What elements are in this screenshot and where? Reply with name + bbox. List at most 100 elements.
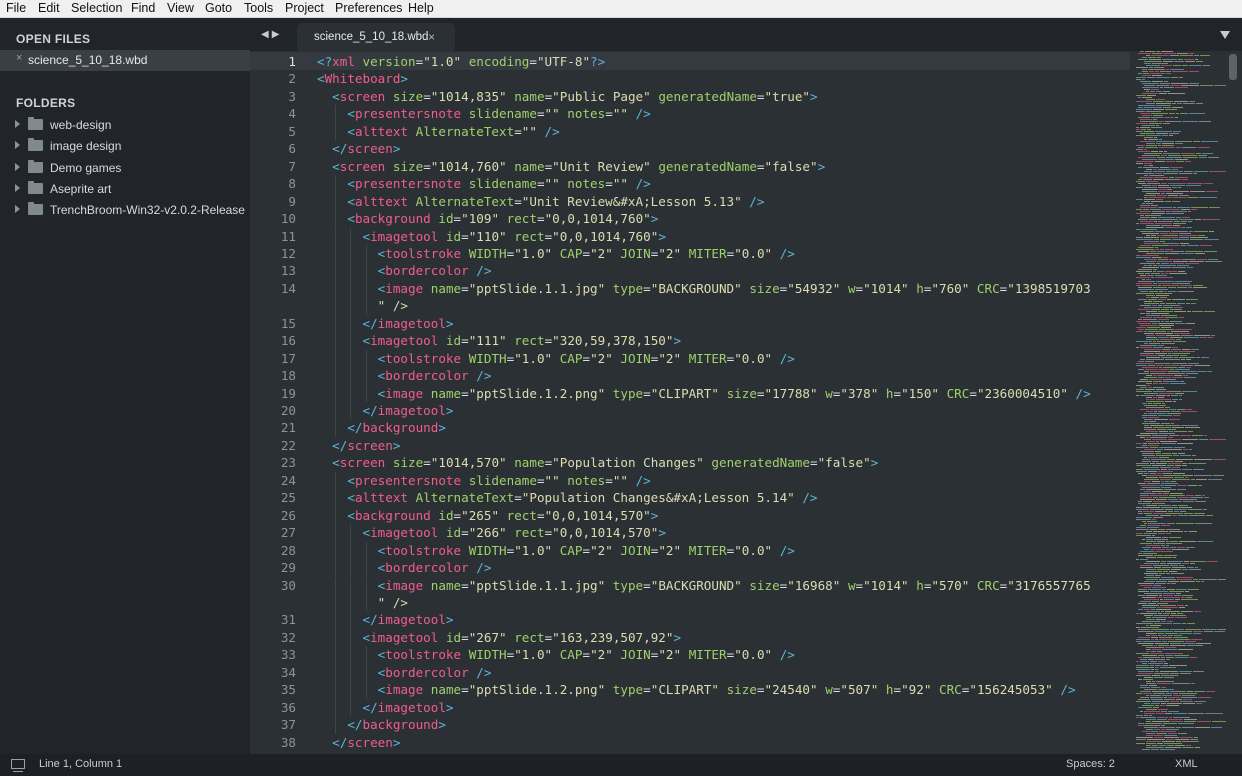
minimap[interactable] (1136, 51, 1228, 754)
minimap-line (1212, 721, 1226, 722)
minimap-line (1142, 367, 1158, 368)
code-line[interactable]: " /> (317, 594, 408, 612)
minimap-line (1170, 337, 1183, 338)
folder-item[interactable]: Demo games (0, 158, 250, 179)
code-line[interactable]: <alttext AlternateText="Population Chang… (317, 489, 817, 507)
menu-project[interactable]: Project (285, 1, 324, 16)
code-line[interactable]: <screen size="1014,835" name="Public Pag… (317, 88, 817, 106)
menu-selection[interactable]: Selection (71, 1, 122, 16)
code-line[interactable]: </background> (317, 716, 446, 734)
minimap-line (1157, 429, 1166, 430)
close-file-icon[interactable]: × (16, 52, 22, 64)
minimap-line (1140, 223, 1154, 224)
menu-edit[interactable]: Edit (38, 1, 60, 16)
code-line[interactable]: </screen> (317, 437, 400, 455)
code-line[interactable]: <screen size="1014,570" name="Population… (317, 454, 878, 472)
code-line[interactable]: <screen size="1014,760" name="Unit Revie… (317, 158, 825, 176)
minimap-line (1159, 497, 1176, 498)
expand-arrow-icon[interactable] (15, 120, 20, 128)
code-line[interactable]: <toolstroke WIDTH="1.0" CAP="2" JOIN="2"… (317, 646, 795, 664)
code-line[interactable]: " /> (317, 297, 408, 315)
code-line[interactable]: <?xml version="1.0" encoding="UTF-8"?> (317, 53, 605, 71)
folder-item[interactable]: Aseprite art (0, 179, 250, 200)
code-line[interactable]: <image name="pptSlide.1.1.jpg" type="BAC… (317, 577, 1091, 595)
expand-arrow-icon[interactable] (15, 162, 20, 171)
code-line[interactable]: <imagetool id="266" rect="0,0,1014,570"> (317, 524, 666, 542)
folder-item[interactable]: image design (0, 136, 250, 157)
minimap-line (1140, 691, 1151, 692)
minimap-line (1180, 113, 1188, 114)
minimap-line (1180, 701, 1193, 702)
code-line[interactable]: <bordercolor /> (317, 262, 492, 280)
code-line[interactable]: <presentersnote slidename="" notes="" /> (317, 472, 650, 490)
code-line[interactable]: </imagetool> (317, 611, 454, 629)
minimap-line (1158, 323, 1174, 324)
code-line[interactable]: <toolstroke WIDTH="1.0" CAP="2" JOIN="2"… (317, 245, 795, 263)
menu-tools[interactable]: Tools (244, 1, 273, 16)
minimap-line (1146, 743, 1156, 744)
indentation-status[interactable]: Spaces: 2 (1066, 758, 1115, 770)
panel-toggle-icon[interactable] (11, 759, 25, 772)
menu-preferences[interactable]: Preferences (335, 1, 402, 16)
code-line[interactable]: </screen> (317, 140, 400, 158)
menu-find[interactable]: Find (131, 1, 155, 16)
expand-arrow-icon[interactable] (15, 183, 20, 192)
expand-arrow-icon[interactable] (15, 141, 20, 150)
code-line[interactable]: <bordercolor /> (317, 367, 492, 385)
code-line[interactable]: </imagetool> (317, 315, 454, 333)
code-line[interactable]: <presentersnote slidename="" notes="" /> (317, 175, 650, 193)
code-line[interactable]: <presentersnote slidename="" notes="" /> (317, 105, 650, 123)
code-line[interactable]: <toolstroke WIDTH="1.0" CAP="2" JOIN="2"… (317, 350, 795, 368)
menu-view[interactable]: View (167, 1, 194, 16)
minimap-line (1168, 635, 1173, 636)
code-line[interactable]: <background id="109" rect="0,0,1014,760"… (317, 210, 658, 228)
minimap-line (1146, 635, 1150, 636)
cursor-position[interactable]: Line 1, Column 1 (39, 758, 122, 770)
code-line[interactable]: <imagetool id="111" rect="320,59,378,150… (317, 332, 682, 350)
open-file-item[interactable]: × science_5_10_18.wbd (0, 50, 250, 71)
syntax-status[interactable]: XML (1175, 758, 1198, 770)
code-line[interactable]: <image name="pptSlide.1.1.jpg" type="BAC… (317, 280, 1091, 298)
code-line[interactable]: <imagetool id="110" rect="0,0,1014,760"> (317, 228, 666, 246)
code-line[interactable]: <alttext AlternateText="Unit Review&#xA;… (317, 193, 764, 211)
minimap-line (1189, 231, 1193, 232)
code-line[interactable]: </background> (317, 419, 446, 437)
folder-item[interactable]: web-design (0, 115, 250, 136)
tab-nav-arrows-icon[interactable]: ◀▶ (261, 29, 282, 40)
tab-dropdown-icon[interactable] (1220, 31, 1230, 39)
minimap-line (1204, 183, 1213, 184)
code-line[interactable]: </screen> (317, 734, 400, 752)
code-line[interactable]: <toolstroke WIDTH="1.0" CAP="2" JOIN="2"… (317, 542, 795, 560)
minimap-line (1164, 663, 1168, 664)
tab-close-icon[interactable]: × (428, 30, 435, 44)
menu-goto[interactable]: Goto (205, 1, 232, 16)
code-line[interactable]: <bordercolor /> (317, 559, 492, 577)
minimap-line (1162, 143, 1174, 144)
minimap-line (1169, 531, 1183, 532)
minimap-line (1158, 415, 1172, 416)
folder-item[interactable]: TrenchBroom-Win32-v2.0.2-Release (0, 200, 250, 221)
minimap-line (1144, 349, 1161, 350)
code-line[interactable]: <alttext AlternateText="" /> (317, 123, 559, 141)
code-line[interactable]: </imagetool> (317, 699, 454, 717)
minimap-line (1159, 139, 1162, 140)
code-line[interactable]: <image name="pptSlide.1.2.png" type="CLI… (317, 681, 1076, 699)
code-line[interactable]: <Whiteboard> (317, 70, 408, 88)
minimap-line (1144, 201, 1150, 202)
scrollbar[interactable] (1229, 54, 1237, 80)
code-line[interactable]: </imagetool> (317, 402, 454, 420)
minimap-line (1143, 319, 1157, 320)
tab-science-file[interactable]: science_5_10_18.wbd × (297, 23, 455, 51)
code-line[interactable]: <imagetool id="267" rect="163,239,507,92… (317, 629, 682, 647)
code-line[interactable]: <image name="pptSlide.1.2.png" type="CLI… (317, 385, 1091, 403)
code-line[interactable]: <background id="265" rect="0,0,1014,570"… (317, 507, 658, 525)
minimap-line (1155, 231, 1170, 232)
minimap-line (1153, 391, 1165, 392)
minimap-line (1151, 635, 1157, 636)
code-line[interactable]: <bordercolor /> (317, 664, 492, 682)
menu-help[interactable]: Help (408, 1, 434, 16)
minimap-line (1179, 607, 1185, 608)
menu-file[interactable]: File (6, 1, 26, 16)
expand-arrow-icon[interactable] (15, 205, 20, 214)
minimap-line (1144, 89, 1150, 90)
